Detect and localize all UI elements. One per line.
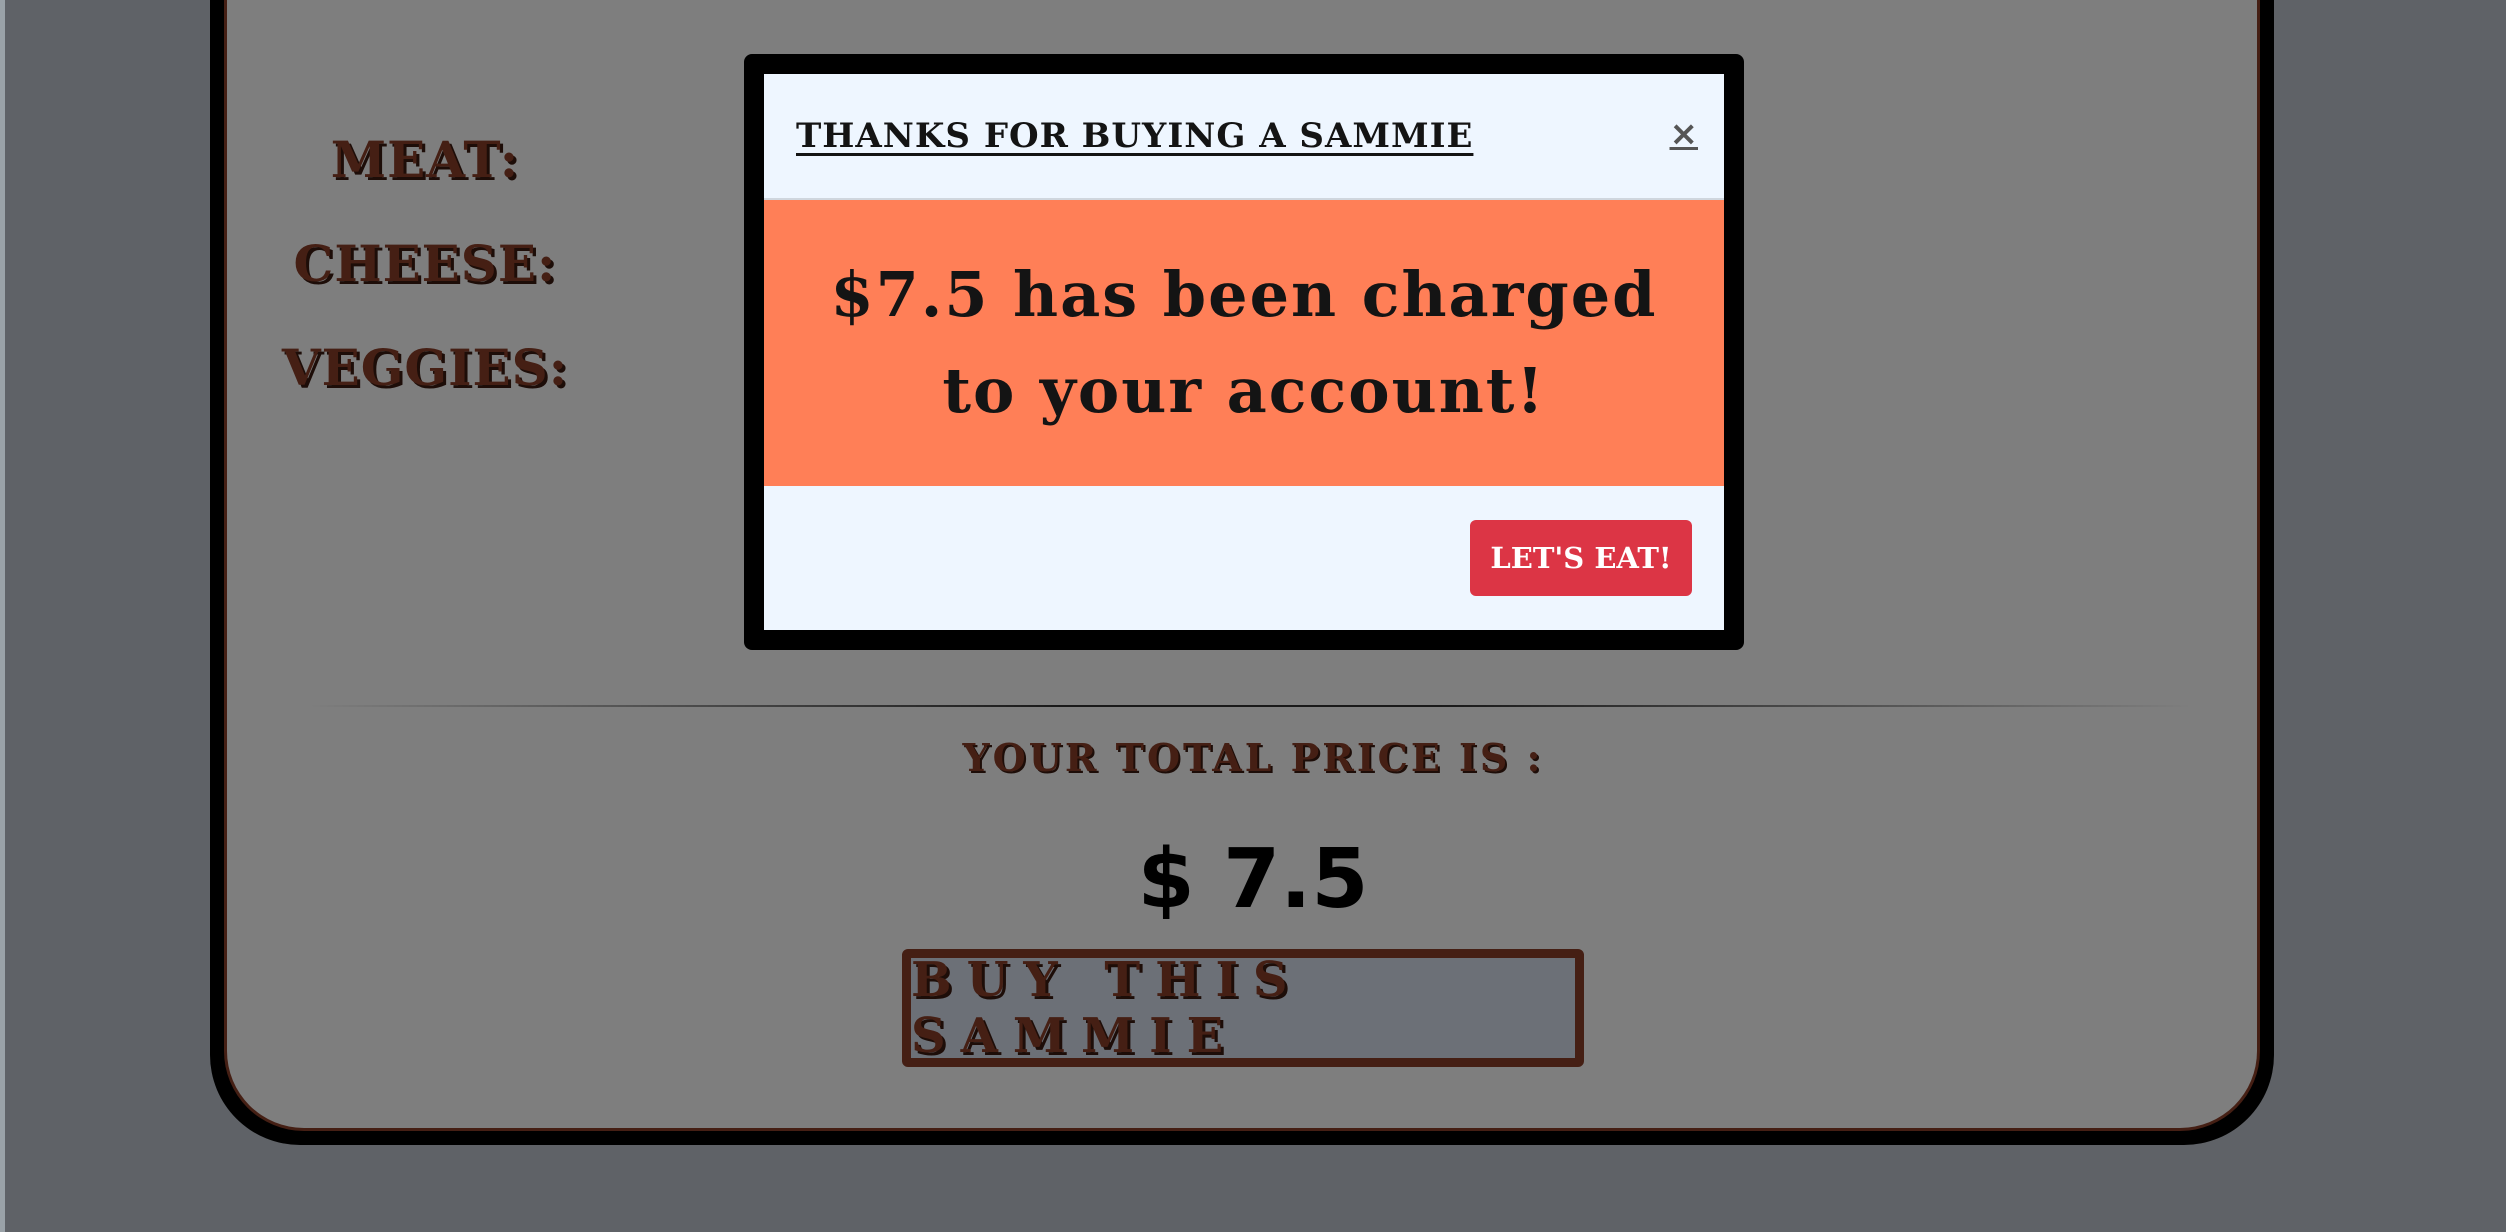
charge-message: $7.5 has been charged to your account! (830, 258, 1658, 427)
modal-header: THANKS FOR BUYING A SAMMIE × (764, 74, 1724, 200)
modal-footer: LET'S EAT! (764, 486, 1724, 630)
purchase-confirmation-modal: THANKS FOR BUYING A SAMMIE × $7.5 has be… (744, 54, 1744, 650)
window-edge (0, 0, 5, 1232)
close-icon[interactable]: × (1670, 114, 1699, 154)
modal-body: $7.5 has been charged to your account! (764, 200, 1724, 486)
lets-eat-button[interactable]: LET'S EAT! (1470, 520, 1692, 596)
modal-title: THANKS FOR BUYING A SAMMIE (796, 116, 1474, 156)
modal-content: THANKS FOR BUYING A SAMMIE × $7.5 has be… (764, 74, 1724, 630)
